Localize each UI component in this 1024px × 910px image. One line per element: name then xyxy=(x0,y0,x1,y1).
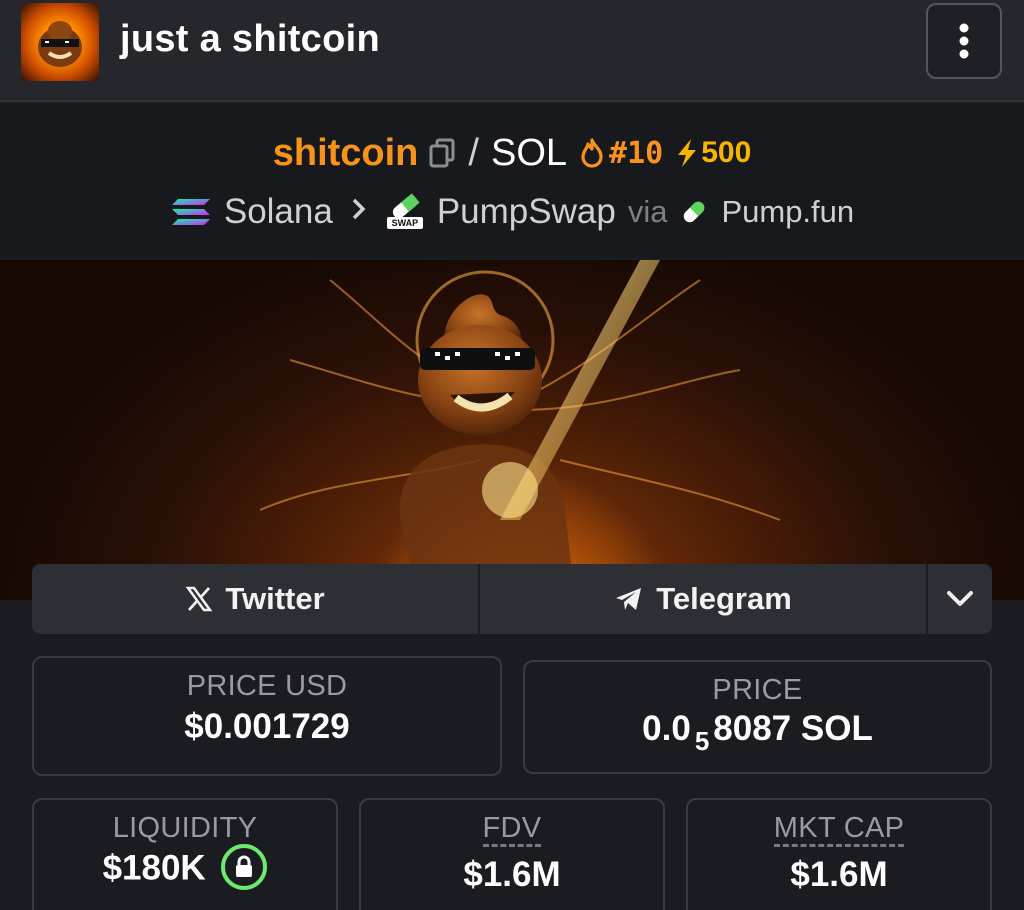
liquidity-value-row: $180K xyxy=(34,844,336,893)
pill-icon xyxy=(679,197,709,227)
mkt-cap-card: MKT CAP $1.6M xyxy=(686,798,992,910)
base-token-symbol: shitcoin xyxy=(272,131,419,174)
twitter-link-button[interactable]: Twitter xyxy=(32,564,480,634)
pair-info-bar: shitcoin / SOL #10 500 Solana SWAP PumpS… xyxy=(0,104,1024,258)
liquidity-lock-icon[interactable] xyxy=(221,844,268,890)
token-banner-image xyxy=(0,260,1024,600)
chain-name-link[interactable]: Solana xyxy=(224,192,333,232)
pumpswap-icon: SWAP xyxy=(385,193,425,231)
liquidity-value: $180K xyxy=(102,848,206,888)
chain-breadcrumb: Solana SWAP PumpSwap via Pump.fun xyxy=(0,188,1024,236)
price-usd-card: PRICE USD $0.001729 xyxy=(32,656,502,776)
price-native-prefix: 0.0 xyxy=(642,709,691,748)
price-native-value: 0.0 5 8087 SOL xyxy=(525,709,990,756)
page-title: just a shitcoin xyxy=(120,18,380,60)
price-native-digits: 8087 xyxy=(713,709,792,748)
more-links-dropdown[interactable] xyxy=(928,564,992,634)
solana-icon xyxy=(170,196,212,228)
liquidity-card: LIQUIDITY $180K xyxy=(32,798,338,910)
price-native-card: PRICE 0.0 5 8087 SOL xyxy=(523,660,992,774)
fdv-card: FDV $1.6M xyxy=(359,798,665,910)
fdv-value: $1.6M xyxy=(463,855,561,894)
x-logo-icon xyxy=(185,586,213,612)
more-options-button[interactable] xyxy=(926,3,1002,79)
token-avatar[interactable] xyxy=(21,3,99,81)
chevron-down-icon xyxy=(947,591,973,606)
pair-separator: / xyxy=(468,131,479,174)
mkt-cap-label[interactable]: MKT CAP xyxy=(773,812,905,847)
price-native-unit: SOL xyxy=(800,709,873,748)
boost-badge[interactable]: 500 xyxy=(675,136,751,170)
flame-icon xyxy=(581,138,603,168)
mkt-cap-value: $1.6M xyxy=(790,855,888,894)
price-native-label: PRICE xyxy=(712,674,803,706)
telegram-icon xyxy=(616,588,642,610)
trending-rank-value: #10 xyxy=(609,135,664,171)
lightning-icon xyxy=(678,139,697,167)
launchpad-name-link[interactable]: Pump.fun xyxy=(721,194,854,230)
telegram-link-button[interactable]: Telegram xyxy=(480,564,928,634)
trending-rank-badge[interactable]: #10 xyxy=(579,136,663,171)
vertical-dots-icon xyxy=(959,23,969,59)
via-label: via xyxy=(627,194,668,229)
pumpswap-badge-text: SWAP xyxy=(391,218,419,228)
price-usd-label: PRICE USD xyxy=(186,670,348,702)
copy-icon[interactable] xyxy=(428,138,456,168)
pixel-sunglasses-mascot-icon xyxy=(38,21,82,67)
liquidity-label: LIQUIDITY xyxy=(112,812,258,844)
price-native-zero-count: 5 xyxy=(694,726,710,756)
quote-token-symbol: SOL xyxy=(490,131,568,174)
telegram-label: Telegram xyxy=(656,581,792,616)
top-header: just a shitcoin xyxy=(0,0,1024,102)
boost-value: 500 xyxy=(701,136,752,169)
chevron-right-icon xyxy=(351,195,367,229)
price-usd-value: $0.001729 xyxy=(184,707,350,746)
social-links-bar: Twitter Telegram xyxy=(32,564,992,634)
dex-name-link[interactable]: PumpSwap xyxy=(437,192,616,232)
twitter-label: Twitter xyxy=(225,581,325,616)
pair-line: shitcoin / SOL #10 500 xyxy=(0,128,1024,178)
fdv-label[interactable]: FDV xyxy=(482,812,542,847)
